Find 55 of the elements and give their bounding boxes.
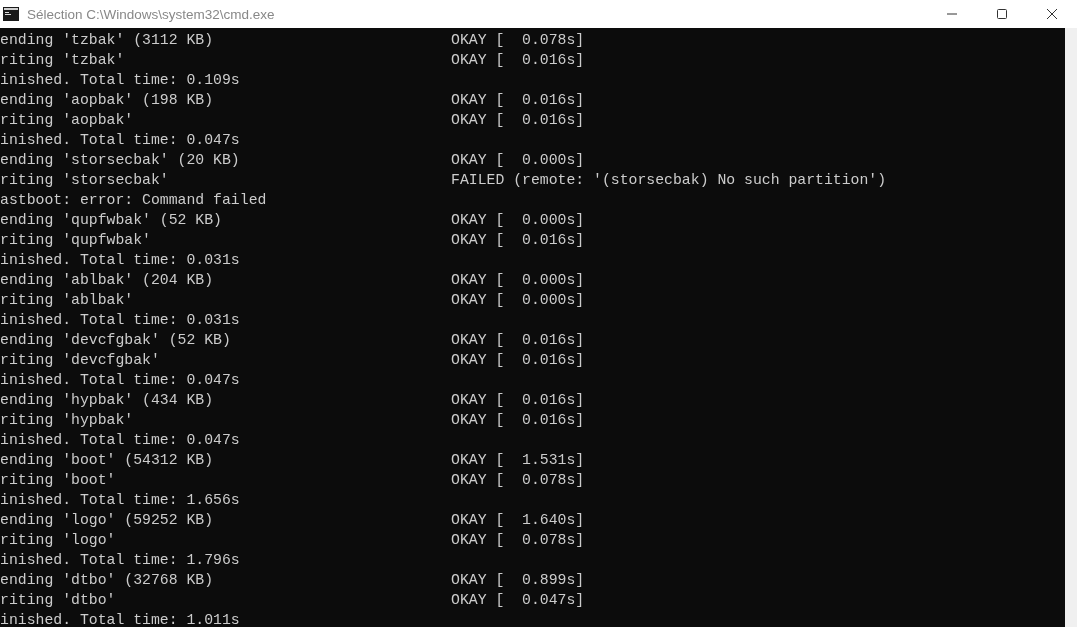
console-text: ending 'devcfgbak' (52 KB) bbox=[0, 331, 232, 350]
console-text: ending 'logo' (59252 KB) bbox=[0, 511, 215, 530]
console-text: riting 'tzbak' bbox=[0, 51, 126, 70]
console-status: OKAY [ 0.016s] bbox=[451, 51, 585, 70]
terminal-icon bbox=[3, 7, 19, 21]
console-text: inished. Total time: 0.031s bbox=[0, 251, 241, 270]
console-text: ending 'dtbo' (32768 KB) bbox=[0, 571, 215, 590]
console-status: OKAY [ 0.016s] bbox=[451, 411, 585, 430]
console-text: astboot: error: Command failed bbox=[0, 191, 268, 210]
console-text: inished. Total time: 1.796s bbox=[0, 551, 241, 570]
console-text: riting 'aopbak' bbox=[0, 111, 135, 130]
console-text: ending 'tzbak' (3112 KB) bbox=[0, 31, 215, 50]
console-text: riting 'ablbak' bbox=[0, 291, 135, 310]
console-text: ending 'ablbak' (204 KB) bbox=[0, 271, 215, 290]
console-text: riting 'devcfgbak' bbox=[0, 351, 161, 370]
console-text: inished. Total time: 0.047s bbox=[0, 371, 241, 390]
console-status: OKAY [ 0.016s] bbox=[451, 231, 585, 250]
console-text: riting 'qupfwbak' bbox=[0, 231, 152, 250]
console-text: inished. Total time: 1.011s bbox=[0, 611, 241, 627]
console-text: riting 'dtbo' bbox=[0, 591, 117, 610]
console-status: OKAY [ 0.016s] bbox=[451, 391, 585, 410]
console-text: riting 'hypbak' bbox=[0, 411, 135, 430]
console-text: ending 'aopbak' (198 KB) bbox=[0, 91, 215, 110]
scrollbar[interactable] bbox=[1065, 28, 1077, 627]
maximize-icon bbox=[996, 8, 1008, 20]
console-status: OKAY [ 0.016s] bbox=[451, 91, 585, 110]
console-status: OKAY [ 0.016s] bbox=[451, 111, 585, 130]
console-text: riting 'storsecbak' bbox=[0, 171, 170, 190]
console-status: OKAY [ 1.531s] bbox=[451, 451, 585, 470]
console-text: ending 'boot' (54312 KB) bbox=[0, 451, 215, 470]
console-status: OKAY [ 0.000s] bbox=[451, 211, 585, 230]
console-status: OKAY [ 0.078s] bbox=[451, 31, 585, 50]
console-status: OKAY [ 0.000s] bbox=[451, 291, 585, 310]
console-status: OKAY [ 0.000s] bbox=[451, 151, 585, 170]
console-text: inished. Total time: 0.047s bbox=[0, 431, 241, 450]
console-status: OKAY [ 0.000s] bbox=[451, 271, 585, 290]
console-text: ending 'hypbak' (434 KB) bbox=[0, 391, 215, 410]
console-text: inished. Total time: 0.047s bbox=[0, 131, 241, 150]
console-status: OKAY [ 0.016s] bbox=[451, 351, 585, 370]
console-text: ending 'storsecbak' (20 KB) bbox=[0, 151, 241, 170]
console-text: riting 'logo' bbox=[0, 531, 117, 550]
console-text: ending 'qupfwbak' (52 KB) bbox=[0, 211, 223, 230]
console-status: OKAY [ 0.078s] bbox=[451, 471, 585, 490]
console-status: OKAY [ 0.078s] bbox=[451, 531, 585, 550]
console-status: FAILED (remote: '(storsecbak) No such partition') bbox=[451, 171, 887, 190]
window-title: Sélection C:\Windows\system32\cmd.exe bbox=[27, 6, 275, 22]
console-text: riting 'boot' bbox=[0, 471, 117, 490]
console-status: OKAY [ 1.640s] bbox=[451, 511, 585, 530]
console-text: inished. Total time: 0.109s bbox=[0, 71, 241, 90]
console-status: OKAY [ 0.047s] bbox=[451, 591, 585, 610]
console-text: inished. Total time: 0.031s bbox=[0, 311, 241, 330]
console-status: OKAY [ 0.899s] bbox=[451, 571, 585, 590]
console-status: OKAY [ 0.016s] bbox=[451, 331, 585, 350]
console-text: inished. Total time: 1.656s bbox=[0, 491, 241, 510]
close-icon bbox=[1046, 8, 1058, 20]
